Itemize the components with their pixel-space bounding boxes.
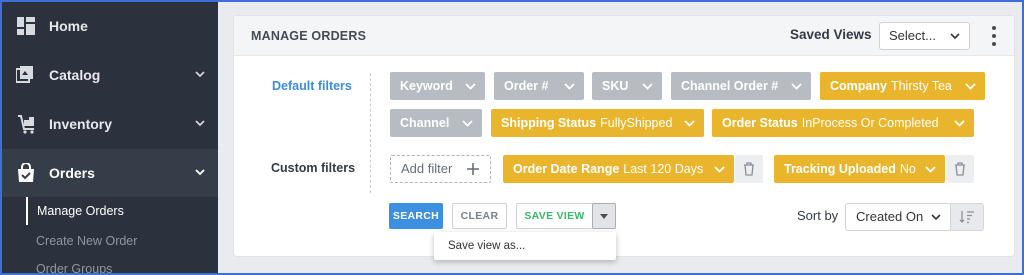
- app-frame: Home Catalog Inventory Orders Manage Ord…: [0, 0, 1024, 275]
- chip-label: Order Status: [722, 116, 798, 130]
- chevron-down-icon: [965, 83, 976, 90]
- chevron-down-icon: [791, 83, 802, 90]
- sort-by-label: Sort by: [797, 208, 839, 223]
- sidebar-item-label: Inventory: [49, 116, 113, 132]
- sidebar-item-catalog[interactable]: Catalog: [2, 51, 218, 99]
- chevron-down-icon: [954, 120, 965, 127]
- chip-label: Order #: [504, 79, 549, 93]
- sort-descending-icon: [959, 211, 974, 224]
- chip-label: Order Date Range: [513, 162, 620, 176]
- chip-label: Shipping Status: [501, 116, 597, 130]
- chip-value: No: [899, 162, 916, 176]
- sidebar-item-label: Catalog: [49, 67, 101, 83]
- sidebar-item-home[interactable]: Home: [2, 2, 218, 50]
- search-button[interactable]: SEARCH: [389, 203, 443, 229]
- chip-label: Company: [830, 79, 887, 93]
- chip-label: Channel Order #: [681, 79, 779, 93]
- chevron-down-icon: [684, 120, 695, 127]
- chevron-down-icon: [925, 166, 936, 173]
- chevron-down-icon: [195, 120, 205, 127]
- filter-chip-channel[interactable]: Channel: [390, 109, 482, 137]
- orders-submenu: Manage Orders Create New Order Order Gro…: [2, 197, 218, 273]
- trash-icon: [955, 162, 965, 176]
- chip-label: Tracking Uploaded: [784, 162, 896, 176]
- filter-chip-order-status[interactable]: Order Status InProcess Or Completed: [712, 109, 974, 137]
- filter-chip-order-date-range[interactable]: Order Date Range Last 120 Days: [503, 155, 734, 183]
- save-view-as-menu-item[interactable]: Save view as...: [434, 232, 616, 260]
- chip-label: Channel: [400, 116, 450, 130]
- catalog-icon: [16, 65, 36, 85]
- sidebar-item-orders[interactable]: Orders: [2, 149, 218, 197]
- chip-value: Thirsty Tea: [890, 79, 952, 93]
- save-view-dropdown-toggle[interactable]: [592, 203, 616, 229]
- page-title: MANAGE ORDERS: [251, 29, 367, 43]
- clear-button[interactable]: CLEAR: [452, 203, 507, 229]
- manage-orders-panel: MANAGE ORDERS Saved Views Select... Defa…: [234, 16, 1014, 260]
- sidebar-item-inventory[interactable]: Inventory: [2, 100, 218, 148]
- sidebar: Home Catalog Inventory Orders Manage Ord…: [2, 2, 218, 273]
- chip-label: SKU: [602, 79, 629, 93]
- caret-down-icon: [600, 214, 608, 219]
- save-view-button[interactable]: SAVE VIEW: [516, 203, 593, 229]
- chevron-down-icon: [564, 83, 575, 90]
- panel-header: MANAGE ORDERS Saved Views Select...: [234, 16, 1014, 56]
- sort-direction-button[interactable]: [950, 203, 984, 231]
- filter-chip-channel-order-number[interactable]: Channel Order #: [671, 72, 811, 100]
- sort-by-value: Created On: [856, 209, 924, 224]
- saved-views-label: Saved Views: [790, 27, 872, 42]
- chip-label: Keyword: [400, 79, 453, 93]
- sidebar-item-label: Home: [49, 18, 88, 34]
- filter-chip-sku[interactable]: SKU: [592, 72, 662, 100]
- sidebar-item-label: Orders: [49, 165, 95, 181]
- filter-chip-keyword[interactable]: Keyword: [390, 72, 485, 100]
- filter-chip-order-number[interactable]: Order #: [494, 72, 584, 100]
- filter-chip-company[interactable]: Company Thirsty Tea: [820, 72, 985, 100]
- inventory-icon: [16, 114, 36, 134]
- chevron-down-icon: [931, 214, 941, 221]
- trash-icon: [744, 162, 754, 176]
- add-filter-button[interactable]: Add filter: [390, 155, 491, 183]
- chevron-down-icon: [195, 71, 205, 78]
- filters-divider: [370, 73, 371, 193]
- orders-icon: [16, 163, 36, 183]
- remove-order-date-range-button[interactable]: [735, 155, 763, 183]
- saved-views-value: Select...: [889, 28, 936, 43]
- remove-tracking-uploaded-button[interactable]: [946, 155, 974, 183]
- sort-by-select[interactable]: Created On: [845, 203, 951, 231]
- chevron-down-icon: [465, 83, 476, 90]
- chevron-down-icon: [195, 169, 205, 176]
- custom-filters-label: Custom filters: [271, 161, 356, 175]
- sidebar-subitem-manage-orders[interactable]: Manage Orders: [26, 197, 124, 225]
- chevron-down-icon: [462, 120, 473, 127]
- dashboard-icon: [16, 16, 36, 36]
- plus-icon: [467, 163, 479, 175]
- filter-chip-tracking-uploaded[interactable]: Tracking Uploaded No: [774, 155, 945, 183]
- more-options-icon[interactable]: [990, 26, 998, 46]
- chevron-down-icon: [714, 166, 725, 173]
- chevron-down-icon: [950, 33, 960, 40]
- sidebar-subitem-order-groups[interactable]: Order Groups: [26, 255, 112, 273]
- filter-chip-shipping-status[interactable]: Shipping Status FullyShipped: [491, 109, 704, 137]
- add-filter-label: Add filter: [401, 161, 453, 176]
- sidebar-subitem-create-new-order[interactable]: Create New Order: [26, 227, 137, 255]
- chip-value: FullyShipped: [600, 116, 673, 130]
- chip-value: Last 120 Days: [623, 162, 704, 176]
- chevron-down-icon: [642, 83, 653, 90]
- chip-value: InProcess Or Completed: [801, 116, 939, 130]
- default-filters-label: Default filters: [272, 79, 352, 93]
- saved-views-select[interactable]: Select...: [879, 22, 970, 50]
